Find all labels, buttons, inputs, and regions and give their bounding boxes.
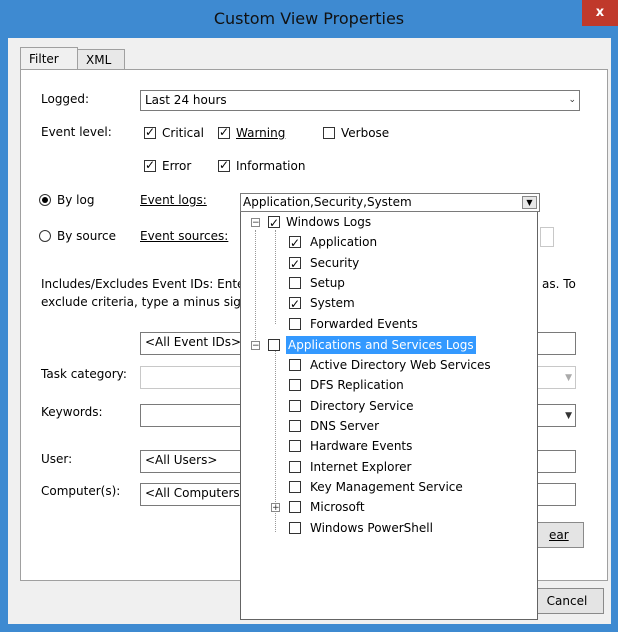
hardware-events-label: Hardware Events [310, 439, 413, 453]
information-checkbox[interactable] [218, 158, 230, 172]
by-source-label: By source [57, 229, 116, 243]
keywords-label: Keywords: [41, 405, 103, 419]
internet-explorer-checkbox[interactable] [289, 461, 301, 473]
clear-label: ear [549, 528, 569, 542]
chevron-down-icon: ▼ [565, 411, 572, 421]
event-logs-dropdown: − Windows Logs Application Security Setu… [240, 211, 538, 620]
task-category-label: Task category: [41, 367, 127, 381]
cancel-button[interactable]: Cancel [530, 588, 604, 614]
chevron-down-icon: ▼ [565, 373, 572, 383]
event-ids-help-1-end: as. To [542, 277, 576, 291]
by-log-radio[interactable] [39, 194, 51, 206]
tree-node-application[interactable]: Application [270, 233, 520, 252]
tree-node-forwarded-events[interactable]: Forwarded Events [270, 315, 520, 333]
windows-powershell-checkbox[interactable] [289, 522, 301, 534]
security-checkbox[interactable] [289, 255, 301, 273]
warning-checkbox[interactable] [218, 125, 230, 139]
critical-label: Critical [162, 126, 204, 140]
internet-explorer-label: Internet Explorer [310, 460, 412, 474]
apps-services-checkbox[interactable] [268, 339, 280, 351]
dfs-replication-checkbox[interactable] [289, 379, 301, 391]
event-logs-select[interactable]: Application,Security,System ▼ [240, 193, 540, 212]
hardware-events-checkbox[interactable] [289, 440, 301, 452]
tree-node-security[interactable]: Security [270, 254, 520, 273]
verbose-checkbox[interactable] [323, 127, 335, 139]
key-management-checkbox[interactable] [289, 481, 301, 493]
logged-select[interactable]: Last 24 hours ⌄ [140, 90, 580, 111]
dfs-replication-label: DFS Replication [310, 378, 404, 392]
dns-server-label: DNS Server [310, 419, 379, 433]
event-sources-label: Event sources: [140, 229, 229, 243]
chevron-down-icon: ⌄ [568, 95, 576, 105]
directory-service-checkbox[interactable] [289, 400, 301, 412]
tree-node-dfs-replication[interactable]: DFS Replication [270, 376, 530, 394]
application-checkbox[interactable] [289, 234, 301, 252]
event-sources-select[interactable] [540, 227, 554, 247]
tree-node-windows-powershell[interactable]: Windows PowerShell [270, 519, 530, 537]
tree-node-windows-logs[interactable]: − Windows Logs [251, 213, 451, 232]
tree-node-system[interactable]: System [270, 294, 520, 313]
tree-node-key-management[interactable]: Key Management Service [270, 478, 530, 496]
tree-node-setup[interactable]: Setup [270, 274, 520, 292]
apps-services-label: Applications and Services Logs [286, 336, 476, 354]
setup-checkbox[interactable] [289, 277, 301, 289]
ad-web-services-label: Active Directory Web Services [310, 358, 491, 372]
tree-node-directory-service[interactable]: Directory Service [270, 397, 530, 415]
microsoft-checkbox[interactable] [289, 501, 301, 513]
setup-label: Setup [310, 276, 345, 290]
event-level-label: Event level: [41, 125, 112, 139]
dialog-title: Custom View Properties [213, 9, 405, 28]
user-label: User: [41, 452, 73, 466]
tab-filter[interactable]: Filter [20, 47, 78, 70]
application-label: Application [310, 235, 378, 249]
microsoft-label: Microsoft [310, 500, 365, 514]
directory-service-label: Directory Service [310, 399, 414, 413]
logged-label: Logged: [41, 92, 90, 106]
error-checkbox[interactable] [144, 158, 156, 172]
system-label: System [310, 296, 355, 310]
forwarded-events-checkbox[interactable] [289, 318, 301, 330]
forwarded-events-label: Forwarded Events [310, 317, 418, 331]
security-label: Security [310, 256, 360, 270]
dns-server-checkbox[interactable] [289, 420, 301, 432]
system-checkbox[interactable] [289, 295, 301, 313]
by-source-radio[interactable] [39, 230, 51, 242]
tree-node-ad-web-services[interactable]: Active Directory Web Services [270, 356, 530, 374]
tree-node-apps-services[interactable]: − Applications and Services Logs [251, 336, 521, 354]
information-label: Information [236, 159, 306, 173]
computers-label: Computer(s): [41, 484, 121, 498]
event-logs-value: Application,Security,System [243, 195, 412, 209]
by-log-label: By log [57, 193, 95, 207]
collapse-icon[interactable]: − [251, 218, 260, 228]
collapse-icon[interactable]: − [251, 341, 260, 351]
tab-xml[interactable]: XML [77, 49, 125, 70]
chevron-down-icon[interactable]: ▼ [522, 196, 537, 209]
windows-logs-label: Windows Logs [286, 215, 372, 229]
warning-label: Warning [236, 126, 286, 140]
event-ids-placeholder: <All Event IDs> [145, 335, 242, 349]
key-management-label: Key Management Service [310, 480, 463, 494]
logged-value: Last 24 hours [145, 93, 227, 107]
event-logs-label: Event logs: [140, 193, 207, 207]
event-ids-help-1: Includes/Excludes Event IDs: Enter [41, 277, 250, 291]
computers-value: <All Computers [145, 486, 240, 500]
close-button[interactable]: x [582, 0, 618, 26]
error-label: Error [162, 159, 192, 173]
verbose-label: Verbose [341, 126, 390, 140]
tree-node-dns-server[interactable]: DNS Server [270, 417, 530, 435]
windows-logs-checkbox[interactable] [268, 214, 280, 232]
expand-icon[interactable]: + [271, 503, 280, 513]
ad-web-services-checkbox[interactable] [289, 359, 301, 371]
event-ids-help-2: exclude criteria, type a minus sign [41, 295, 249, 309]
windows-powershell-label: Windows PowerShell [310, 521, 433, 535]
tree-node-microsoft[interactable]: + Microsoft [270, 498, 530, 516]
tree-line [255, 230, 256, 348]
tree-node-hardware-events[interactable]: Hardware Events [270, 437, 530, 455]
critical-checkbox[interactable] [144, 125, 156, 139]
tree-node-internet-explorer[interactable]: Internet Explorer [270, 458, 530, 476]
user-value: <All Users> [145, 453, 218, 467]
